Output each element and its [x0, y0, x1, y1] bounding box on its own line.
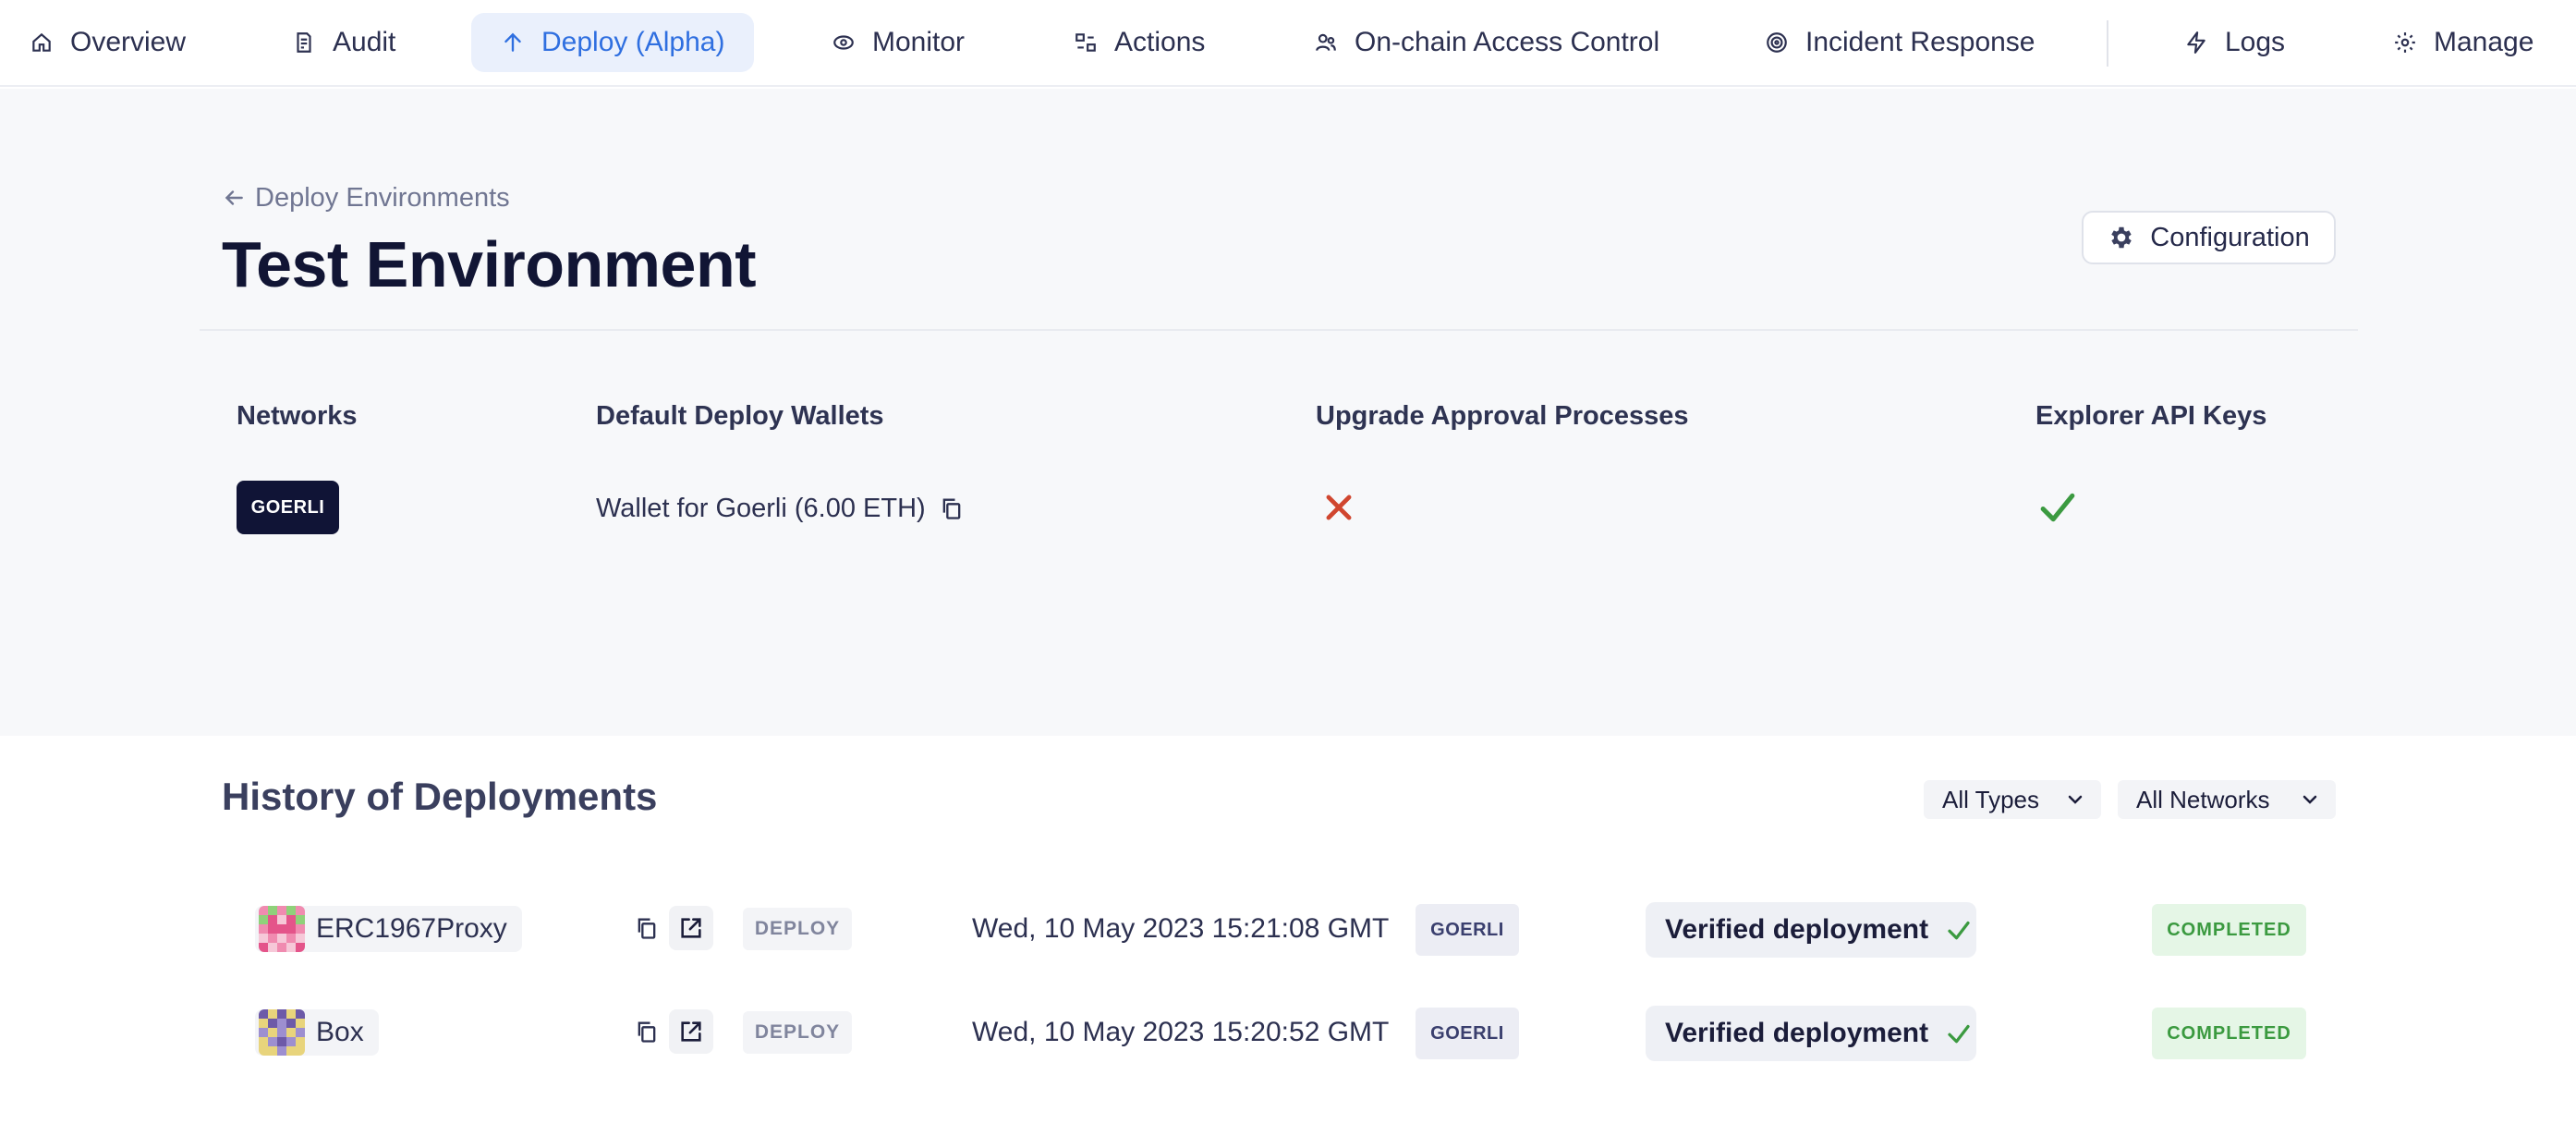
nav-overview[interactable]: Overview — [0, 13, 215, 72]
nav-manage[interactable]: Manage — [2363, 13, 2563, 72]
check-icon — [1948, 921, 1970, 940]
external-link-icon — [681, 1021, 701, 1042]
eye-icon — [833, 35, 854, 50]
type-filter-value: All Types — [1942, 785, 2040, 813]
home-icon — [32, 32, 51, 52]
chevron-down-icon — [2303, 795, 2317, 804]
verification-status: Verified deployment — [1646, 902, 1976, 958]
network-filter-value: All Networks — [2136, 785, 2270, 813]
nav-deploy-label: Deploy (Alpha) — [541, 27, 725, 57]
nav-divider — [2107, 20, 2108, 67]
back-link-label: Deploy Environments — [255, 182, 510, 213]
nav-deploy[interactable]: Deploy (Alpha) — [471, 13, 755, 72]
nav-incident-response[interactable]: Incident Response — [1735, 13, 2065, 72]
wallets-heading: Default Deploy Wallets — [596, 401, 884, 431]
deployment-date: Wed, 10 May 2023 15:21:08 GMT — [972, 913, 1390, 944]
approval-heading: Upgrade Approval Processes — [1316, 401, 1689, 431]
actions-icon — [1075, 33, 1096, 52]
nav-logs-label: Logs — [2225, 27, 2286, 57]
arrow-up-icon — [504, 32, 521, 52]
nav-monitor[interactable]: Monitor — [802, 13, 994, 72]
copy-address-button[interactable] — [625, 906, 669, 950]
configuration-button[interactable]: Configuration — [2082, 211, 2336, 264]
contract-name: Box — [316, 1017, 364, 1047]
target-icon — [1767, 32, 1787, 53]
nav-manage-label: Manage — [2434, 27, 2534, 57]
arrow-left-icon — [225, 190, 243, 205]
configuration-button-label: Configuration — [2150, 222, 2310, 252]
networks-heading: Networks — [237, 401, 358, 431]
copy-address-button[interactable] — [625, 1009, 669, 1054]
contract-avatar — [259, 906, 305, 952]
nav-actions-label: Actions — [1114, 27, 1206, 57]
network-badge: GOERLI — [237, 481, 339, 534]
network-badge: GOERLI — [1416, 904, 1519, 956]
back-link[interactable]: Deploy Environments — [222, 179, 510, 216]
chevron-down-icon — [2068, 795, 2083, 804]
type-filter-select[interactable]: All Types — [1924, 780, 2101, 819]
gear-icon — [2395, 32, 2415, 53]
status-badge: COMPLETED — [2152, 1008, 2306, 1059]
history-title: History of Deployments — [222, 775, 658, 818]
audit-doc-icon — [297, 32, 311, 53]
open-explorer-button[interactable] — [669, 906, 713, 950]
explorer-heading: Explorer API Keys — [2035, 401, 2267, 431]
network-filter-select[interactable]: All Networks — [2118, 780, 2336, 819]
nav-actions[interactable]: Actions — [1044, 13, 1234, 72]
nav-overview-label: Overview — [70, 27, 187, 57]
top-navigation: Overview Audit Deploy (Alpha) Monitor Ac… — [0, 0, 2576, 87]
network-badge: GOERLI — [1416, 1008, 1519, 1059]
gear-icon — [2111, 226, 2132, 249]
nav-monitor-label: Monitor — [872, 27, 966, 57]
page-title: Test Environment — [222, 228, 757, 300]
verification-label: Verified deployment — [1665, 914, 1929, 945]
nav-audit-label: Audit — [333, 27, 396, 57]
default-wallet: Wallet for Goerli (6.00 ETH) — [596, 488, 965, 529]
environment-summary: Deploy Environments Test Environment Con… — [0, 89, 2576, 736]
nav-incident-response-label: Incident Response — [1805, 27, 2035, 57]
copy-icon — [638, 1021, 656, 1043]
bolt-icon — [2187, 31, 2205, 54]
open-explorer-button[interactable] — [669, 1009, 713, 1054]
verification-label: Verified deployment — [1665, 1018, 1929, 1048]
deployment-row: Box DEPLOY Wed, 10 May 2023 15:20:52 GMT… — [0, 1006, 2576, 1065]
contract-chip[interactable]: ERC1967Proxy — [255, 906, 522, 952]
explorer-configured-check-icon — [2040, 493, 2075, 522]
status-badge: COMPLETED — [2152, 904, 2306, 956]
copy-icon[interactable] — [939, 495, 965, 521]
nav-access-control-label: On-chain Access Control — [1355, 27, 1660, 57]
copy-icon — [638, 918, 656, 939]
deployment-date: Wed, 10 May 2023 15:20:52 GMT — [972, 1017, 1390, 1047]
nav-audit[interactable]: Audit — [262, 13, 425, 72]
external-link-icon — [681, 918, 701, 938]
deployment-row: ERC1967Proxy DEPLOY Wed, 10 May 2023 15:… — [0, 902, 2576, 961]
users-icon — [1316, 33, 1336, 51]
approval-missing-x-icon — [1326, 495, 1352, 520]
type-badge: DEPLOY — [743, 908, 852, 950]
type-badge: DEPLOY — [743, 1011, 852, 1054]
wallet-label: Wallet for Goerli (6.00 ETH) — [596, 493, 926, 523]
check-icon — [1948, 1024, 1970, 1044]
contract-avatar — [259, 1009, 305, 1056]
header-divider — [200, 329, 2358, 331]
nav-logs[interactable]: Logs — [2155, 13, 2315, 72]
contract-name: ERC1967Proxy — [316, 913, 507, 944]
verification-status: Verified deployment — [1646, 1006, 1976, 1061]
contract-chip[interactable]: Box — [255, 1009, 379, 1056]
nav-access-control[interactable]: On-chain Access Control — [1284, 13, 1689, 72]
